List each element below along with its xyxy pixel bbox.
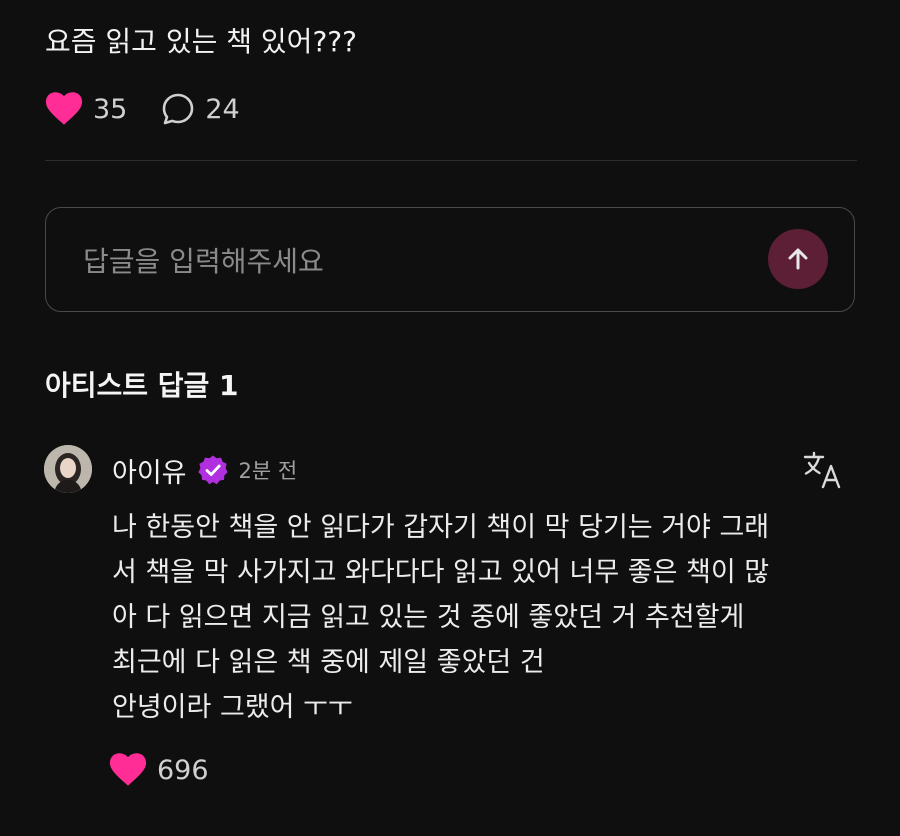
speech-bubble-icon	[163, 93, 194, 125]
comment-like-count: 696	[157, 754, 209, 786]
comment-body: 나 한동안 책을 안 읽다가 갑자기 책이 막 당기는 거야 그래 서 책을 막…	[112, 505, 872, 730]
verified-badge-icon	[197, 454, 229, 486]
comment-button[interactable]: 24	[161, 92, 240, 126]
post-stats: 35 24	[45, 89, 240, 129]
author-name[interactable]: 아이유	[112, 451, 187, 490]
comment-count: 24	[205, 93, 240, 125]
comment-text-line: 서 책을 막 사가지고 와다다다 읽고 있어 너무 좋은 책이 많	[112, 557, 770, 588]
reply-box	[45, 207, 855, 312]
comment-text-line: 최근에 다 읽은 책 중에 제일 좋았던 건	[112, 647, 545, 678]
like-count: 35	[93, 93, 128, 125]
comment-like-button[interactable]: 696	[109, 751, 209, 789]
like-button[interactable]: 35	[45, 92, 127, 126]
avatar[interactable]	[44, 445, 92, 493]
reply-input[interactable]	[81, 238, 735, 284]
arrow-up-icon	[788, 248, 808, 270]
comment-text-line: 나 한동안 책을 안 읽다가 갑자기 책이 막 당기는 거야 그래	[112, 512, 770, 543]
section-title: 아티스트 답글 1	[45, 369, 239, 402]
heart-icon	[109, 753, 147, 786]
divider	[45, 160, 857, 161]
post-title: 요즘 읽고 있는 책 있어???	[45, 25, 358, 58]
comment-author: 아이유 2분 전	[112, 451, 298, 490]
comment-time: 2분 전	[238, 459, 298, 483]
comment-text-line: 아 다 읽으면 지금 읽고 있는 것 중에 좋았던 거 추천할게	[112, 602, 745, 633]
heart-icon	[45, 92, 83, 125]
send-button[interactable]	[768, 229, 828, 289]
comment-text-line: 안녕이라 그랬어 ㅜㅜ	[112, 692, 353, 723]
translate-icon[interactable]	[803, 451, 843, 489]
